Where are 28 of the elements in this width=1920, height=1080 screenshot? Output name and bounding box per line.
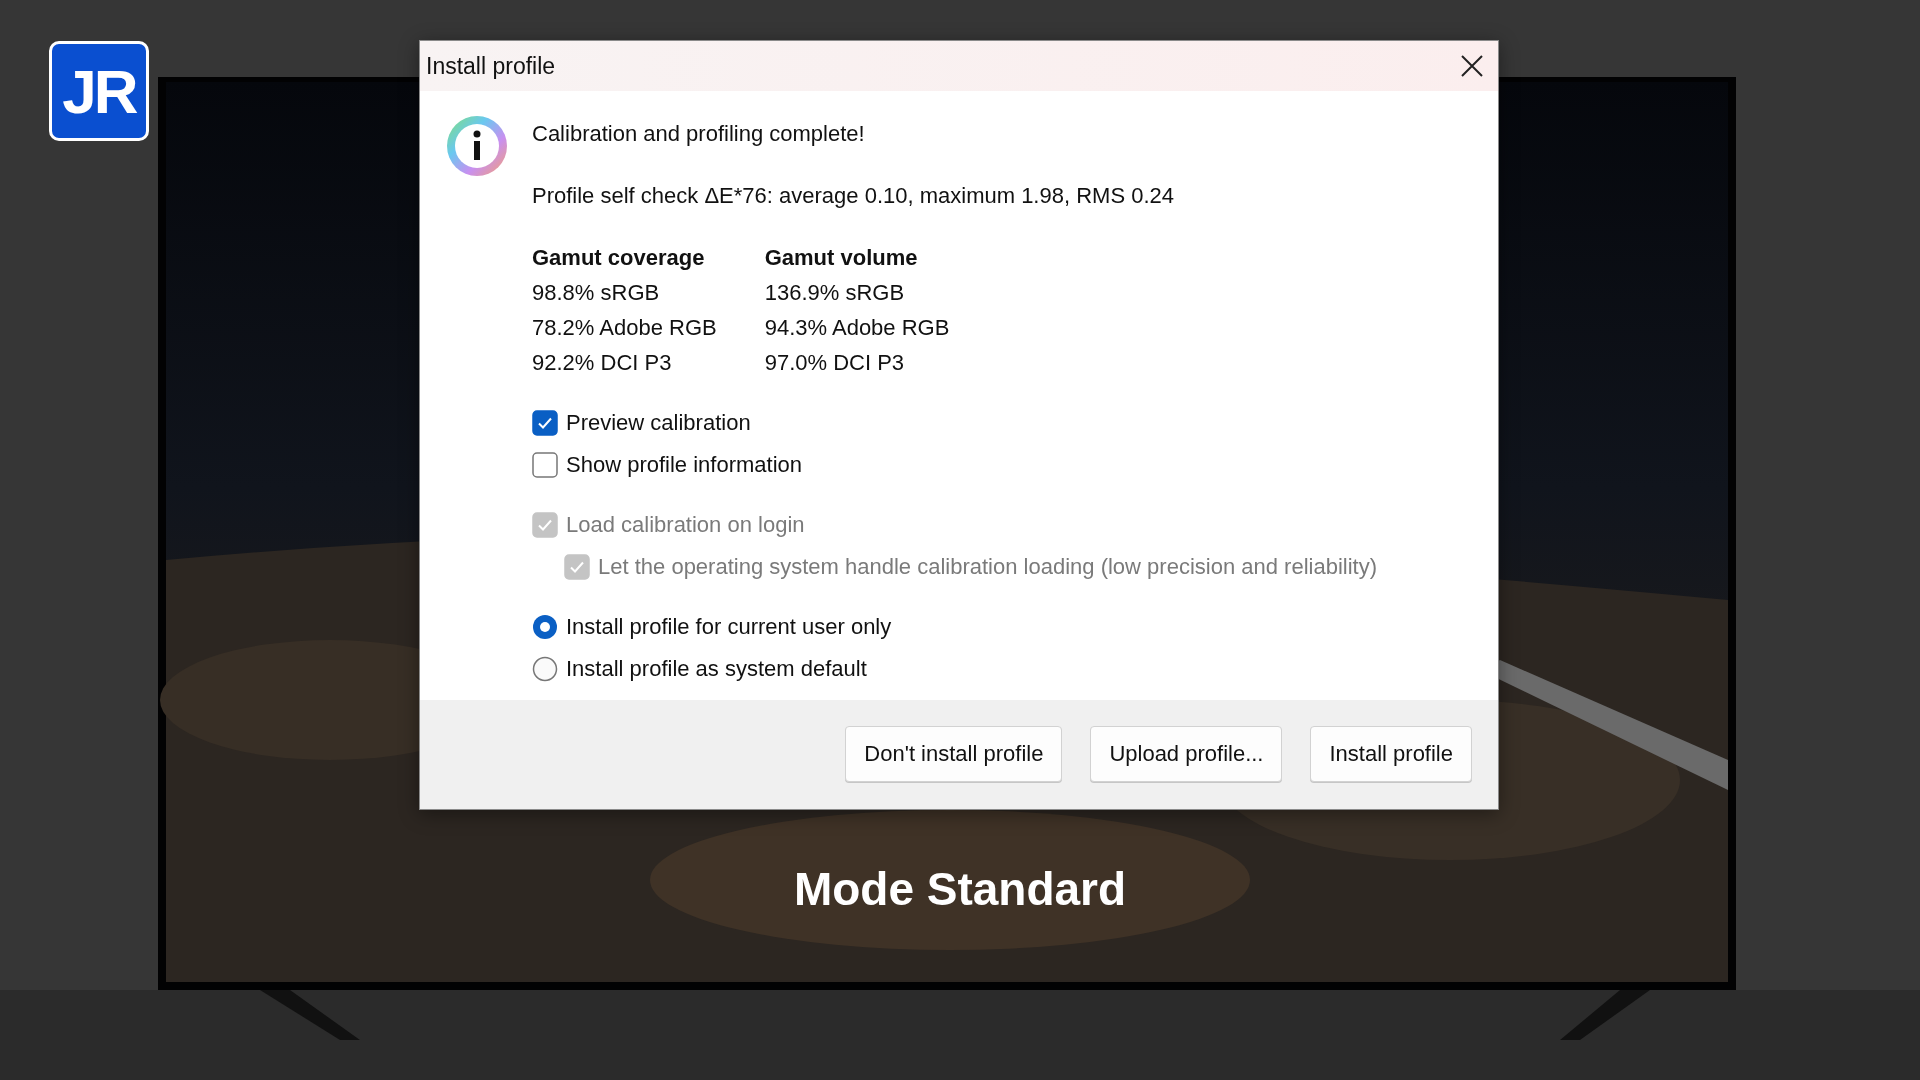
radio-button[interactable] [532, 614, 558, 640]
self-check-text: Profile self check ΔE*76: average 0.10, maximum 1.98, RMS 0.24 [532, 183, 1175, 209]
gamut-value: 94.3% Adobe RGB [764, 315, 950, 341]
caption: Mode Standard [793, 863, 1127, 915]
option-label: Preview calibration [566, 410, 751, 436]
option-label: Install profile as system default [566, 656, 867, 682]
dialog-button[interactable]: Upload profile... [1090, 726, 1283, 782]
option-label: Let the operating system handle calibration loading (low precision and reliability) [598, 554, 1377, 580]
dialog-button[interactable]: Don't install profile [845, 726, 1063, 782]
column-header: Gamut coverage [532, 245, 706, 271]
checkbox[interactable] [532, 410, 558, 436]
gamut-value: 136.9% sRGB [764, 280, 906, 306]
gamut-value: 78.2% Adobe RGB [532, 315, 717, 341]
heading: Calibration and profiling complete! [532, 121, 866, 147]
info-icon [446, 115, 508, 177]
option-label: Load calibration on login [566, 512, 805, 538]
gamut-value: 97.0% DCI P3 [764, 350, 906, 376]
checkbox[interactable] [532, 452, 558, 478]
gamut-value: 92.2% DCI P3 [532, 350, 673, 376]
close-icon[interactable] [1460, 54, 1484, 78]
gamut-value: 98.8% sRGB [532, 280, 661, 306]
logo: JR [49, 41, 149, 141]
column-header: Gamut volume [764, 245, 919, 271]
option-label: Show profile information [566, 452, 802, 478]
option-label: Install profile for current user only [566, 614, 892, 640]
window-title: Install profile [426, 52, 556, 80]
dialog-button[interactable]: Install profile [1310, 726, 1472, 782]
radio-button[interactable] [532, 656, 558, 682]
